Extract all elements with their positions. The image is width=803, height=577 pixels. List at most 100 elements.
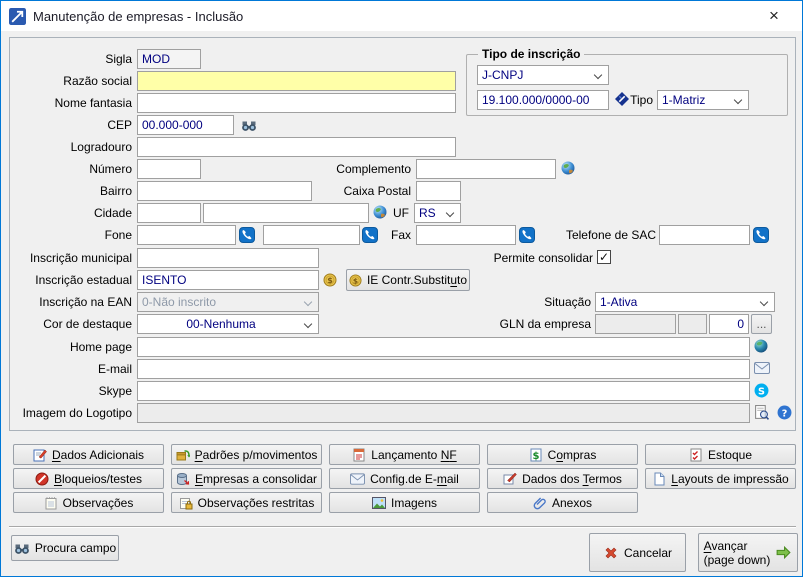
ie-contr-substituto-button[interactable]: $ IE Contr.Substituto (346, 269, 470, 291)
svg-text:$: $ (532, 451, 539, 462)
razao-social-field[interactable] (137, 71, 456, 91)
cnpj-field[interactable]: 19.100.000/0000-00 (477, 90, 609, 110)
caixa-postal-label: Caixa Postal (291, 184, 411, 199)
database-icon (176, 472, 190, 486)
cep-field[interactable]: 00.000-000 (137, 115, 234, 135)
logradouro-label: Logradouro (12, 140, 132, 155)
receita-federal-icon[interactable] (614, 91, 630, 107)
layout-doc-icon (652, 472, 666, 486)
tipo-documento-combo[interactable]: J-CNPJ (477, 65, 609, 85)
compras-button[interactable]: $ Compras (487, 444, 638, 465)
chevron-down-icon (304, 320, 312, 328)
permite-consolidar-label: Permite consolidar (471, 251, 593, 266)
cor-destaque-combo[interactable]: 00-Nenhuma (137, 314, 319, 334)
fax-phone-icon[interactable] (519, 227, 535, 243)
fone2-field[interactable] (263, 225, 360, 245)
titlebar: Manutenção de empresas - Inclusão × (1, 1, 802, 31)
tipo-label: Tipo (629, 93, 653, 108)
complemento-globe-icon[interactable] (561, 161, 575, 175)
fax-field[interactable] (416, 225, 516, 245)
cancelar-button[interactable]: Cancelar (589, 533, 686, 572)
home-page-globe-icon[interactable] (754, 339, 768, 353)
inscricao-estadual-field[interactable]: ISENTO (137, 270, 319, 290)
dados-termos-label: Dados dos Termos (522, 472, 622, 486)
padroes-movimentos-label: Padrões p/movimentos (195, 448, 318, 462)
nome-fantasia-field[interactable] (137, 93, 456, 113)
numero-field[interactable] (137, 159, 201, 179)
email-field[interactable] (137, 359, 750, 379)
home-page-field[interactable] (137, 337, 750, 357)
sigla-field[interactable]: MOD (137, 49, 201, 69)
logotipo-preview-magnifier-icon[interactable] (754, 405, 769, 420)
lancamento-nf-button[interactable]: Lançamento NF (329, 444, 480, 465)
cancelar-label: Cancelar (624, 546, 672, 560)
skype-field[interactable] (137, 381, 750, 401)
svg-text:$: $ (353, 276, 358, 285)
no-entry-icon (35, 472, 49, 486)
inscricao-estadual-label: Inscrição estadual (12, 273, 132, 288)
bairro-field[interactable] (137, 181, 312, 201)
imagens-button[interactable]: Imagens (329, 492, 480, 513)
config-email-button[interactable]: Config.de E-mail (329, 468, 480, 489)
sigla-label: Sigla (12, 52, 132, 67)
inscricao-municipal-field[interactable] (137, 248, 319, 268)
note-pen-icon (33, 448, 47, 462)
fone1-phone-icon[interactable] (239, 227, 255, 243)
anexos-label: Anexos (552, 496, 592, 510)
gln-field-3[interactable]: 0 (709, 314, 749, 334)
telefone-sac-field[interactable] (659, 225, 750, 245)
uf-combo[interactable]: RS (414, 203, 461, 223)
email-envelope-icon[interactable] (754, 362, 770, 374)
avancar-label-line1: Avançar (704, 539, 748, 553)
cidade-code-field[interactable] (137, 203, 201, 223)
coin-icon: $ (349, 274, 362, 287)
razao-social-label: Razão social (12, 74, 132, 89)
ie-coin-icon[interactable]: $ (323, 273, 337, 287)
dados-termos-button[interactable]: Dados dos Termos (487, 468, 638, 489)
dados-adicionais-button[interactable]: Dados Adicionais (13, 444, 164, 465)
cidade-label: Cidade (12, 206, 132, 221)
chevron-down-icon (734, 96, 742, 104)
cancel-x-icon (603, 545, 619, 561)
imagens-label: Imagens (391, 496, 437, 510)
email-label: E-mail (12, 362, 132, 377)
bairro-label: Bairro (12, 184, 132, 199)
fax-label: Fax (376, 228, 411, 243)
tipo-matriz-combo[interactable]: 1-Matriz (657, 90, 749, 110)
uf-label: UF (385, 206, 409, 221)
caixa-postal-field[interactable] (416, 181, 461, 201)
cep-search-binoculars-icon[interactable] (241, 117, 257, 133)
logotipo-help-icon[interactable]: ? (777, 405, 792, 420)
gln-browse-button[interactable]: ... (751, 314, 772, 334)
close-icon[interactable]: × (760, 4, 788, 28)
compras-label: Compras (548, 448, 597, 462)
logradouro-field[interactable] (137, 137, 456, 157)
skype-icon[interactable]: S (754, 383, 769, 398)
inscricao-municipal-label: Inscrição municipal (12, 251, 132, 266)
app-window-icon (9, 8, 26, 25)
bloqueios-testes-button[interactable]: Bloqueios/testes (13, 468, 164, 489)
binoculars-icon (14, 540, 30, 556)
permite-consolidar-checkbox[interactable] (597, 250, 611, 264)
svg-text:S: S (758, 386, 765, 397)
anexos-button[interactable]: Anexos (487, 492, 638, 513)
empresas-consolidar-button[interactable]: Empresas a consolidar (171, 468, 322, 489)
situacao-combo[interactable]: 1-Ativa (595, 292, 775, 312)
layouts-impressao-button[interactable]: Layouts de impressão (645, 468, 796, 489)
dados-adicionais-label: Dados Adicionais (52, 448, 144, 462)
estoque-button[interactable]: Estoque (645, 444, 796, 465)
lancamento-nf-label: Lançamento NF (371, 448, 456, 462)
complemento-field[interactable] (416, 159, 556, 179)
uf-value: RS (419, 206, 436, 220)
padroes-movimentos-button[interactable]: Padrões p/movimentos (171, 444, 322, 465)
observacoes-button[interactable]: Observações (13, 492, 164, 513)
observacoes-restritas-button[interactable]: Observações restritas (171, 492, 322, 513)
dollar-doc-icon: $ (529, 448, 543, 462)
fone1-field[interactable] (137, 225, 236, 245)
avancar-button[interactable]: Avançar (page down) (698, 533, 798, 572)
sac-phone-icon[interactable] (753, 227, 769, 243)
package-arrows-icon (176, 448, 190, 462)
cidade-name-field[interactable] (203, 203, 369, 223)
procura-campo-button[interactable]: Procura campo (11, 535, 119, 561)
tipo-documento-value: J-CNPJ (482, 68, 523, 82)
